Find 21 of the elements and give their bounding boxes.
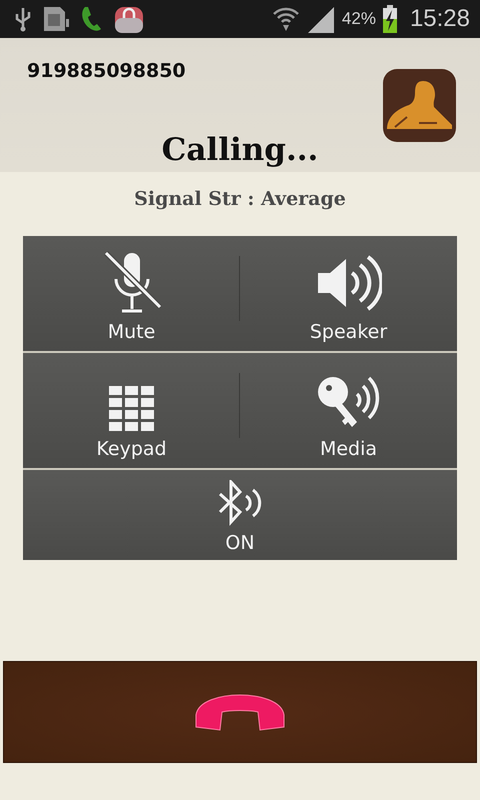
bluetooth-toggle[interactable]: ON: [23, 470, 457, 560]
phone-icon: [80, 5, 104, 33]
call-status: Calling...: [162, 132, 318, 168]
clock-time: 15:28: [410, 5, 470, 33]
keypad-icon: [108, 386, 154, 432]
end-call-button[interactable]: [3, 661, 477, 763]
sim-card-icon: [42, 5, 70, 33]
hang-up-icon: [194, 693, 286, 731]
battery-charging-icon: [382, 5, 398, 33]
bluetooth-icon: [218, 480, 262, 526]
usb-icon: [14, 6, 32, 32]
signal-strength: Signal Str : Average: [134, 188, 346, 210]
phone-number: 919885098850: [27, 60, 186, 82]
media-button[interactable]: Media: [240, 353, 457, 468]
keypad-button[interactable]: Keypad: [23, 353, 240, 468]
muted-microphone-icon: [102, 251, 162, 315]
wifi-icon: [272, 5, 300, 33]
mute-button[interactable]: Mute: [23, 236, 240, 351]
signal-icon: [306, 5, 336, 33]
battery-percent: 42%: [342, 9, 376, 29]
speaker-button[interactable]: Speaker: [240, 236, 457, 351]
